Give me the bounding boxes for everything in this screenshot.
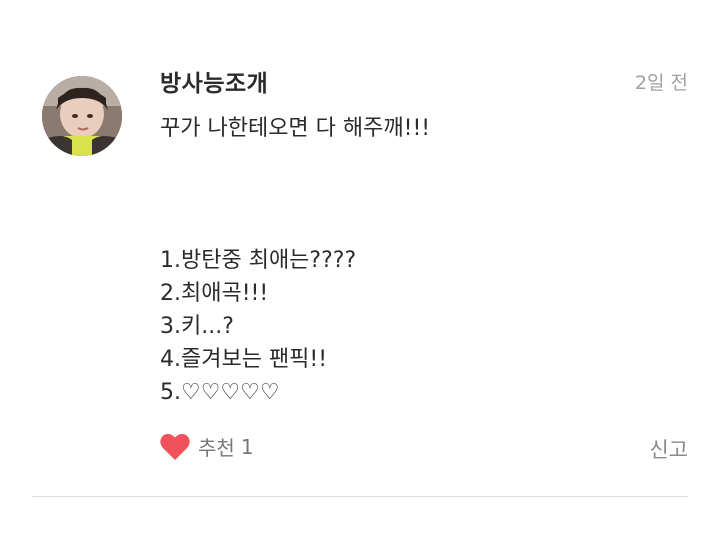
- comment-line: [160, 178, 680, 211]
- like-count: 1: [240, 434, 254, 459]
- comment-line: [160, 211, 680, 244]
- comment-line: 4.즐겨보는 팬픽!!: [160, 347, 328, 372]
- comment-line: 1.방탄중 최애는????: [160, 248, 357, 273]
- report-button[interactable]: 신고: [649, 434, 688, 464]
- divider: [32, 496, 688, 497]
- avatar[interactable]: [42, 76, 122, 156]
- comment-actions: 추천 1 신고: [160, 430, 688, 466]
- comment-line: 5.♡♡♡♡♡: [160, 380, 280, 405]
- comment-line: 2.최애곡!!!: [160, 281, 269, 306]
- comment-card: 방사능조개 2일 전 꾸가 나한테오면 다 해주깨!!! 1.방탄중 최애는??…: [0, 0, 720, 540]
- comment-body: 꾸가 나한테오면 다 해주깨!!! 1.방탄중 최애는???? 2.최애곡!!!…: [160, 112, 680, 409]
- author-name[interactable]: 방사능조개: [160, 64, 268, 98]
- heart-icon: [160, 433, 190, 461]
- comment-line: 3.키...?: [160, 314, 234, 339]
- like-label: 추천: [198, 436, 235, 460]
- avatar-image: [42, 76, 122, 156]
- comment-line: 꾸가 나한테오면 다 해주깨!!!: [160, 116, 431, 141]
- comment-line: [160, 145, 680, 178]
- like-button[interactable]: 추천 1: [160, 432, 254, 461]
- comment-timestamp: 2일 전: [634, 72, 688, 94]
